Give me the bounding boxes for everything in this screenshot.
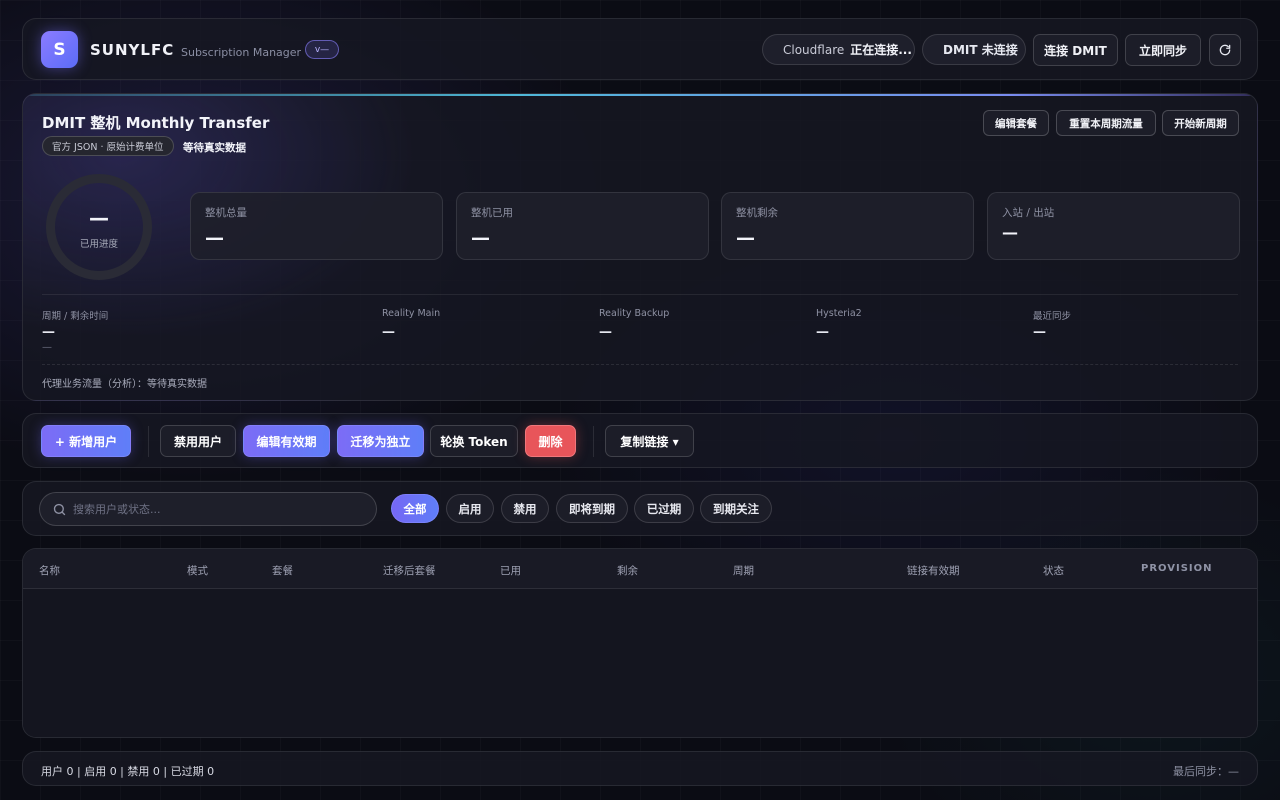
column-header-mode[interactable]: 模式 xyxy=(187,563,208,578)
edit-validity-button[interactable]: 编辑有效期 xyxy=(243,425,330,457)
sync-now-button[interactable]: 立即同步 xyxy=(1125,34,1201,66)
column-header-provision[interactable]: PROVISION xyxy=(1141,563,1213,574)
usage-progress-label: 已用进度 xyxy=(79,239,118,250)
column-header-plan[interactable]: 套餐 xyxy=(272,563,293,578)
table-header: 名称 模式 套餐 迁移后套餐 已用 剩余 周期 链接有效期 状态 PROVISI… xyxy=(23,549,1257,589)
search-icon xyxy=(53,503,66,516)
brand-subtitle: Subscription Manager xyxy=(181,46,302,59)
column-header-remaining[interactable]: 剩余 xyxy=(617,563,638,578)
filter-chip-disabled[interactable]: 禁用 xyxy=(501,494,549,523)
user-summary: 用户 0 | 启用 0 | 禁用 0 | 已过期 0 xyxy=(41,765,215,778)
section-divider xyxy=(42,294,1238,295)
meta-label: Hysteria2 xyxy=(816,308,862,319)
filter-chip-expiring[interactable]: 即将到期 xyxy=(556,494,628,523)
cloudflare-status-pill: Cloudflare 正在连接... xyxy=(762,34,915,65)
stat-card-used: 整机已用 — xyxy=(456,192,709,260)
cloudflare-status: 正在连接... xyxy=(850,43,912,57)
meta-label: Reality Main xyxy=(382,308,441,319)
stat-label: 整机已用 xyxy=(471,207,513,219)
brand-name: SUNYLFC xyxy=(90,41,175,59)
rotate-token-button[interactable]: 轮换 Token xyxy=(430,425,518,457)
meta-value: — xyxy=(599,325,612,340)
meta-subvalue: — xyxy=(42,342,52,353)
dmit-status: DMIT 未连接 xyxy=(943,43,1018,57)
transfer-overview-card: DMIT 整机 Monthly Transfer 官方 JSON · 原始计费单… xyxy=(22,93,1258,401)
filter-chip-enabled[interactable]: 启用 xyxy=(446,494,494,523)
connect-dmit-button[interactable]: 连接 DMIT xyxy=(1033,34,1118,66)
migrate-button[interactable]: 迁移为独立 xyxy=(337,425,424,457)
add-user-button[interactable]: + 新增用户 xyxy=(41,425,131,457)
column-header-link-validity[interactable]: 链接有效期 xyxy=(907,563,960,578)
stat-value: — xyxy=(1002,223,1018,242)
meta-label: 周期 / 剩余时间 xyxy=(42,311,109,322)
last-sync: 最后同步：— xyxy=(1173,765,1239,778)
search-filter-bar: 全部 启用 禁用 即将到期 已过期 到期关注 xyxy=(22,481,1258,536)
stat-card-in-out: 入站 / 出站 — xyxy=(987,192,1240,260)
column-header-cycle[interactable]: 周期 xyxy=(733,563,754,578)
column-header-migrated-plan[interactable]: 迁移后套餐 xyxy=(383,563,436,578)
filter-chip-expired[interactable]: 已过期 xyxy=(634,494,694,523)
stat-label: 整机剩余 xyxy=(736,207,778,219)
meta-label: 最近同步 xyxy=(1033,311,1072,322)
status-footer: 用户 0 | 启用 0 | 禁用 0 | 已过期 0 最后同步：— xyxy=(22,751,1258,786)
stat-value: — xyxy=(471,227,490,249)
meta-value: — xyxy=(382,325,395,340)
overview-title: DMIT 整机 Monthly Transfer xyxy=(42,114,270,132)
refresh-button[interactable] xyxy=(1209,34,1241,66)
new-cycle-button[interactable]: 开始新周期 xyxy=(1162,110,1239,136)
section-divider xyxy=(42,364,1238,365)
stat-label: 整机总量 xyxy=(205,207,247,219)
users-table: 名称 模式 套餐 迁移后套餐 已用 剩余 周期 链接有效期 状态 PROVISI… xyxy=(22,548,1258,738)
waiting-status: 等待真实数据 xyxy=(183,142,246,154)
meta-value: — xyxy=(816,325,829,340)
usage-progress-value: — xyxy=(89,206,109,230)
stat-value: — xyxy=(736,227,755,249)
stat-card-total: 整机总量 — xyxy=(190,192,443,260)
search-input[interactable] xyxy=(73,493,368,525)
meta-value: — xyxy=(1033,325,1046,340)
filter-chip-watch[interactable]: 到期关注 xyxy=(700,494,772,523)
disable-user-button[interactable]: 禁用用户 xyxy=(160,425,236,457)
copy-link-dropdown[interactable]: 复制链接 ▾ xyxy=(605,425,694,457)
edit-plan-button[interactable]: 编辑套餐 xyxy=(983,110,1049,136)
stat-value: — xyxy=(205,227,224,249)
user-actions-toolbar: + 新增用户 禁用用户 编辑有效期 迁移为独立 轮换 Token 删除 复制链接… xyxy=(22,413,1258,468)
table-body xyxy=(23,589,1257,737)
app-logo: S xyxy=(41,31,78,68)
delete-button[interactable]: 删除 xyxy=(525,425,576,457)
meta-value: — xyxy=(42,325,55,340)
column-header-status[interactable]: 状态 xyxy=(1043,563,1064,578)
toolbar-divider xyxy=(593,426,594,457)
proxy-traffic-note: 代理业务流量（分析）：等待真实数据 xyxy=(42,379,207,390)
column-header-name[interactable]: 名称 xyxy=(39,563,60,578)
filter-chip-all[interactable]: 全部 xyxy=(391,494,439,523)
refresh-icon xyxy=(1219,44,1231,56)
search-box[interactable] xyxy=(39,492,377,526)
cloudflare-label: Cloudflare xyxy=(783,42,845,57)
source-tag: 官方 JSON · 原始计费单位 xyxy=(42,136,174,156)
toolbar-divider xyxy=(148,426,149,457)
stat-card-remaining: 整机剩余 — xyxy=(721,192,974,260)
top-header: S SUNYLFC Subscription Manager v— Cloudf… xyxy=(22,18,1258,80)
reset-traffic-button[interactable]: 重置本周期流量 xyxy=(1056,110,1156,136)
meta-label: Reality Backup xyxy=(599,308,670,319)
stat-label: 入站 / 出站 xyxy=(1002,207,1055,219)
version-badge: v— xyxy=(305,40,339,59)
dmit-status-pill: DMIT 未连接 xyxy=(922,34,1026,65)
column-header-used[interactable]: 已用 xyxy=(500,563,521,578)
